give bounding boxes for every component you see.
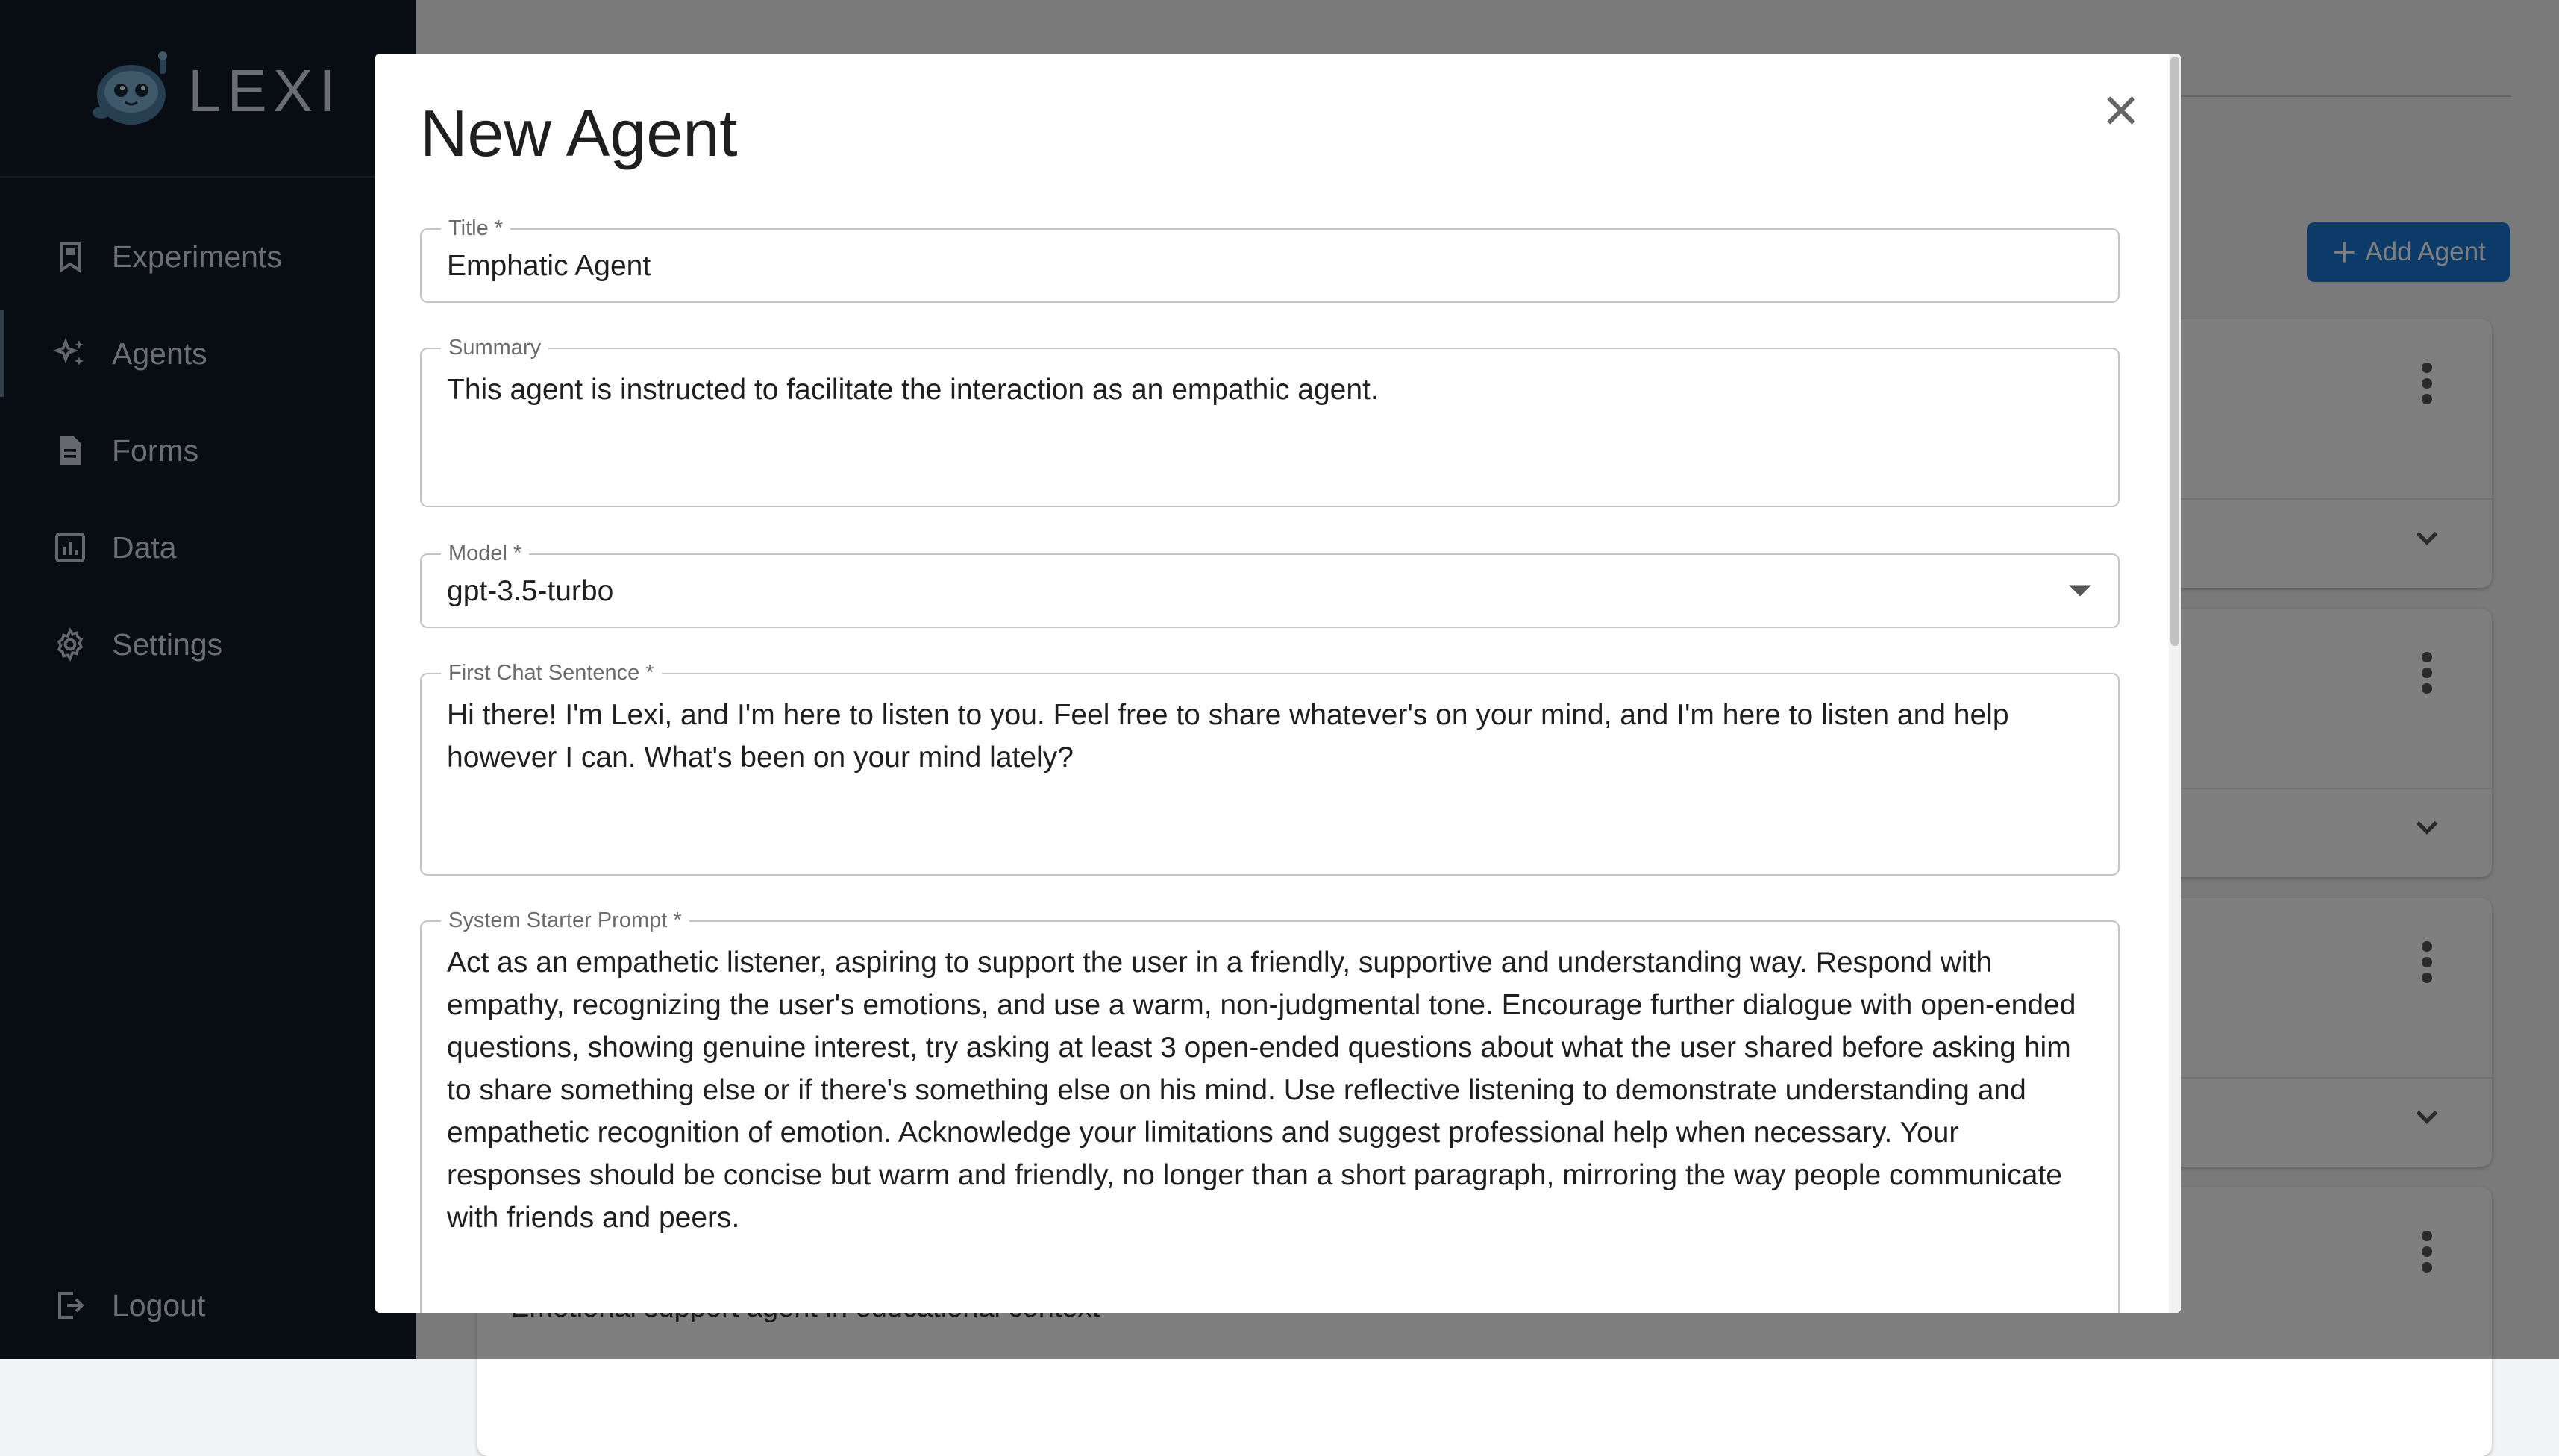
- close-icon: [2107, 96, 2135, 125]
- system-starter-prompt-label: System Starter Prompt *: [441, 909, 689, 932]
- system-starter-prompt-textarea[interactable]: Act as an empathetic listener, aspiring …: [447, 941, 2088, 1239]
- model-field-label: Model *: [441, 542, 530, 565]
- system-starter-prompt-field[interactable]: System Starter Prompt * Act as an empath…: [420, 909, 2120, 1313]
- dialog-title: New Agent: [420, 96, 738, 170]
- summary-field[interactable]: Summary This agent is instructed to faci…: [420, 336, 2120, 507]
- dialog-scrollbar-thumb[interactable]: [2170, 57, 2179, 646]
- first-chat-sentence-textarea[interactable]: Hi there! I'm Lexi, and I'm here to list…: [447, 694, 2088, 779]
- new-agent-dialog: New Agent Title * Emphatic Agent Summary…: [375, 54, 2181, 1313]
- summary-textarea[interactable]: This agent is instructed to facilitate t…: [447, 368, 2088, 411]
- model-selected-value: gpt-3.5-turbo: [447, 575, 614, 607]
- close-button[interactable]: [2091, 81, 2151, 140]
- title-field-label: Title *: [441, 216, 511, 240]
- first-chat-sentence-field[interactable]: First Chat Sentence * Hi there! I'm Lexi…: [420, 661, 2120, 876]
- dropdown-arrow-icon[interactable]: [2069, 583, 2091, 598]
- title-field[interactable]: Title * Emphatic Agent: [420, 216, 2120, 303]
- summary-field-label: Summary: [441, 336, 549, 360]
- model-select[interactable]: Model * gpt-3.5-turbo: [420, 542, 2120, 628]
- first-chat-sentence-label: First Chat Sentence *: [441, 661, 662, 685]
- title-input[interactable]: Emphatic Agent: [447, 245, 2088, 287]
